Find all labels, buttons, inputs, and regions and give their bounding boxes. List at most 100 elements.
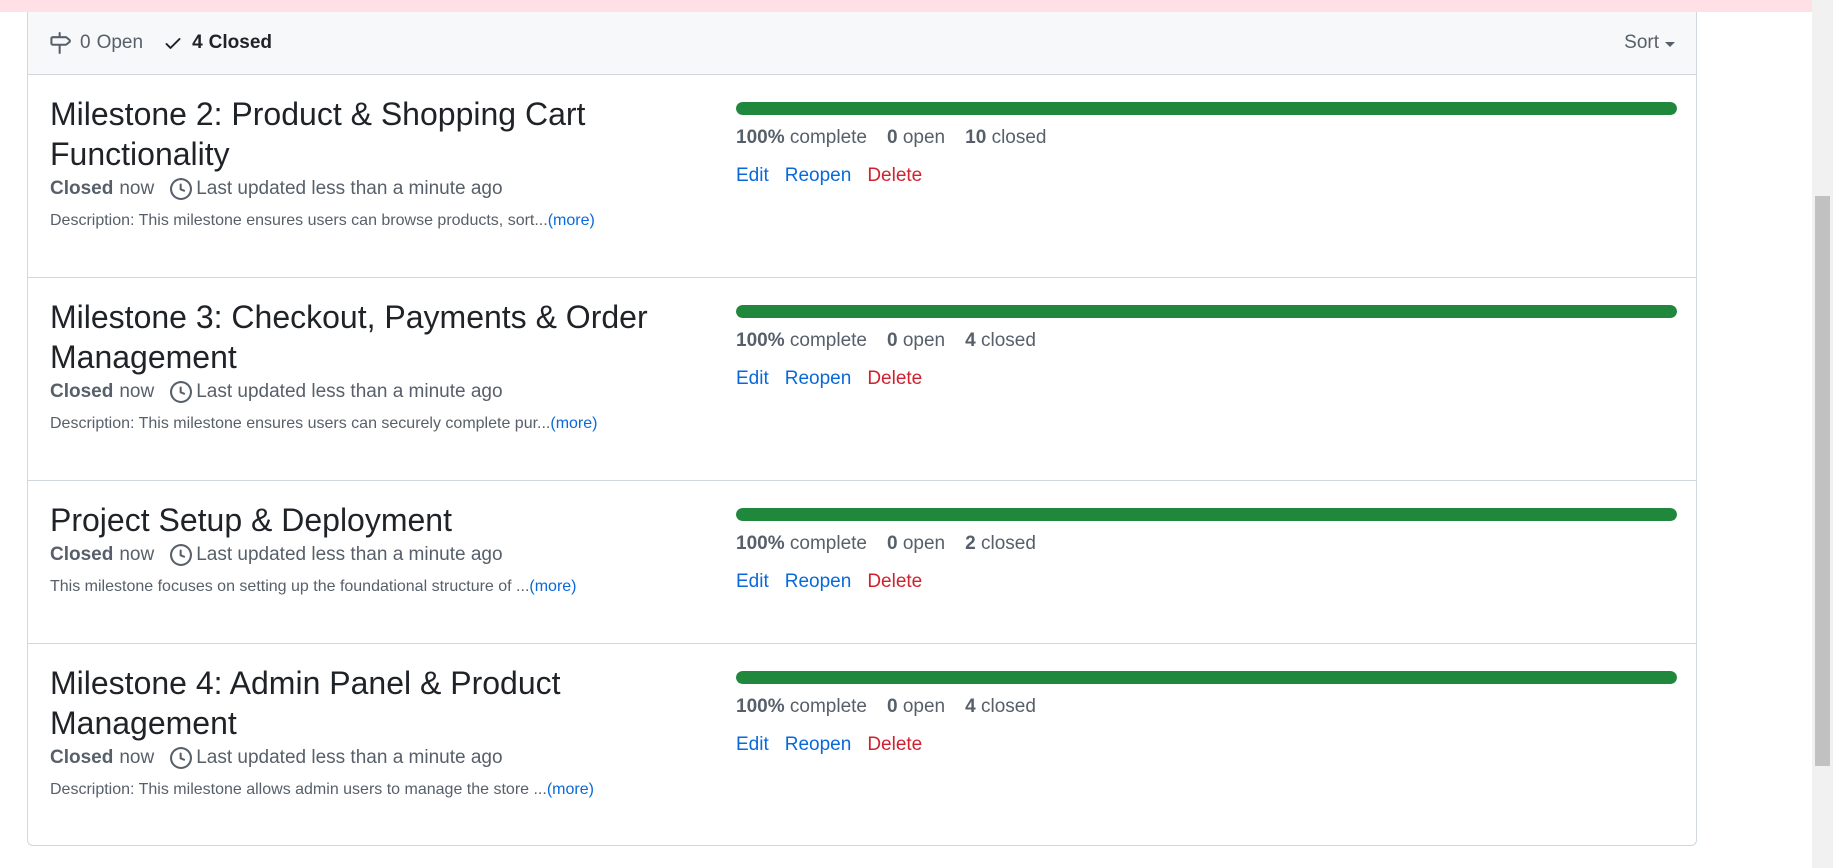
milestone-stats: 100% complete 0 open 4 closed: [736, 696, 1677, 718]
milestone-description-text: Description: This milestone allows admin…: [50, 781, 547, 798]
top-banner-strip: [0, 0, 1833, 12]
progress-bar-fill: [736, 671, 1677, 684]
milestone-state-when: now: [119, 747, 155, 768]
progress-bar-fill: [736, 102, 1677, 115]
page: 0 Open 4 Closed Sort Milestone 2: Produc…: [0, 0, 1833, 868]
clock-icon: [170, 381, 193, 403]
open-label: Open: [96, 32, 144, 53]
milestone-actions: Edit Reopen Delete: [736, 571, 1677, 593]
edit-link[interactable]: Edit: [736, 571, 769, 593]
closed-stat: 4 closed: [965, 696, 1036, 717]
milestone-title-line-2: Functionality: [50, 136, 230, 172]
milestone-title-line-1: Milestone 2: Product & Shopping Cart: [50, 96, 586, 132]
milestone-stats: 100% complete 0 open 10 closed: [736, 127, 1677, 149]
milestone-meta: Closed now Last updated less than a minu…: [50, 747, 690, 769]
open-stat: 0 open: [887, 330, 946, 351]
milestone-title[interactable]: Project Setup & Deployment: [50, 500, 690, 540]
reopen-link[interactable]: Reopen: [785, 571, 852, 593]
delete-link[interactable]: Delete: [867, 734, 922, 756]
sort-label: Sort: [1624, 32, 1659, 53]
milestone-state-when: now: [119, 544, 155, 565]
open-stat: 0 open: [887, 127, 946, 148]
milestone-info: Milestone 4: Admin Panel & Product Manag…: [50, 663, 690, 799]
progress-bar: [736, 102, 1677, 115]
open-milestones-filter[interactable]: 0 Open: [49, 32, 143, 54]
milestone-info: Milestone 2: Product & Shopping Cart Fun…: [50, 94, 690, 230]
closed-label: Closed: [208, 32, 272, 53]
milestone-info: Milestone 3: Checkout, Payments & Order …: [50, 297, 690, 433]
milestone-description: Description: This milestone ensures user…: [50, 415, 690, 433]
complete-stat: 100% complete: [736, 533, 867, 554]
milestone-description: Description: This milestone ensures user…: [50, 212, 690, 230]
reopen-link[interactable]: Reopen: [785, 165, 852, 187]
milestone-progress-area: 100% complete 0 open 4 closed Edit Reope…: [736, 671, 1677, 756]
milestone-title-line-1: Project Setup & Deployment: [50, 502, 452, 538]
progress-bar: [736, 671, 1677, 684]
milestone-stats: 100% complete 0 open 2 closed: [736, 533, 1677, 555]
milestones-box: 0 Open 4 Closed Sort Milestone 2: Produc…: [27, 12, 1697, 846]
progress-bar: [736, 305, 1677, 318]
reopen-link[interactable]: Reopen: [785, 368, 852, 390]
milestone-item: Milestone 4: Admin Panel & Product Manag…: [28, 644, 1696, 845]
delete-link[interactable]: Delete: [867, 368, 922, 390]
milestone-state-when: now: [119, 381, 155, 402]
milestone-icon: [50, 32, 71, 54]
closed-stat: 4 closed: [965, 330, 1036, 351]
milestone-item: Milestone 2: Product & Shopping Cart Fun…: [28, 75, 1696, 278]
milestone-description: This milestone focuses on setting up the…: [50, 578, 690, 596]
more-link[interactable]: (more): [547, 781, 594, 798]
milestone-state: Closed: [50, 747, 114, 768]
edit-link[interactable]: Edit: [736, 734, 769, 756]
milestone-title[interactable]: Milestone 2: Product & Shopping Cart Fun…: [50, 94, 690, 174]
open-stat: 0 open: [887, 696, 946, 717]
milestone-state: Closed: [50, 544, 114, 565]
complete-stat: 100% complete: [736, 127, 867, 148]
more-link[interactable]: (more): [548, 212, 595, 229]
milestone-updated: Last updated less than a minute ago: [196, 178, 503, 199]
milestone-description-text: Description: This milestone ensures user…: [50, 212, 548, 229]
milestone-state: Closed: [50, 178, 114, 199]
closed-milestones-filter[interactable]: 4 Closed: [163, 32, 272, 54]
clock-icon: [170, 747, 193, 769]
caret-down-icon: [1665, 41, 1675, 47]
milestones-header: 0 Open 4 Closed Sort: [28, 12, 1696, 75]
closed-stat: 10 closed: [965, 127, 1047, 148]
more-link[interactable]: (more): [550, 415, 597, 432]
sort-dropdown[interactable]: Sort: [1624, 32, 1675, 54]
delete-link[interactable]: Delete: [867, 571, 922, 593]
progress-bar-fill: [736, 508, 1677, 521]
complete-stat: 100% complete: [736, 696, 867, 717]
milestone-progress-area: 100% complete 0 open 4 closed Edit Reope…: [736, 305, 1677, 390]
milestone-progress-area: 100% complete 0 open 10 closed Edit Reop…: [736, 102, 1677, 187]
milestone-actions: Edit Reopen Delete: [736, 368, 1677, 390]
edit-link[interactable]: Edit: [736, 368, 769, 390]
milestone-state-when: now: [119, 178, 155, 199]
milestone-title-line-2: Management: [50, 705, 237, 741]
clock-icon: [170, 544, 193, 566]
milestone-stats: 100% complete 0 open 4 closed: [736, 330, 1677, 352]
milestone-actions: Edit Reopen Delete: [736, 165, 1677, 187]
milestone-state: Closed: [50, 381, 114, 402]
closed-count: 4: [192, 32, 203, 53]
more-link[interactable]: (more): [529, 578, 576, 595]
milestone-meta: Closed now Last updated less than a minu…: [50, 544, 690, 566]
milestone-title-line-1: Milestone 3: Checkout, Payments & Order: [50, 299, 648, 335]
milestone-meta: Closed now Last updated less than a minu…: [50, 381, 690, 403]
milestone-description-text: This milestone focuses on setting up the…: [50, 578, 530, 595]
milestone-title[interactable]: Milestone 3: Checkout, Payments & Order …: [50, 297, 690, 377]
scrollbar-thumb[interactable]: [1815, 196, 1830, 766]
edit-link[interactable]: Edit: [736, 165, 769, 187]
milestone-meta: Closed now Last updated less than a minu…: [50, 178, 690, 200]
milestone-info: Project Setup & Deployment Closed now La…: [50, 500, 690, 596]
milestone-description: Description: This milestone allows admin…: [50, 781, 690, 799]
progress-bar: [736, 508, 1677, 521]
milestone-progress-area: 100% complete 0 open 2 closed Edit Reope…: [736, 508, 1677, 593]
milestone-updated: Last updated less than a minute ago: [196, 747, 503, 768]
clock-icon: [170, 178, 193, 200]
milestone-title[interactable]: Milestone 4: Admin Panel & Product Manag…: [50, 663, 690, 743]
closed-stat: 2 closed: [965, 533, 1036, 554]
delete-link[interactable]: Delete: [867, 165, 922, 187]
check-icon: [165, 38, 181, 49]
reopen-link[interactable]: Reopen: [785, 734, 852, 756]
milestone-item: Milestone 3: Checkout, Payments & Order …: [28, 278, 1696, 481]
